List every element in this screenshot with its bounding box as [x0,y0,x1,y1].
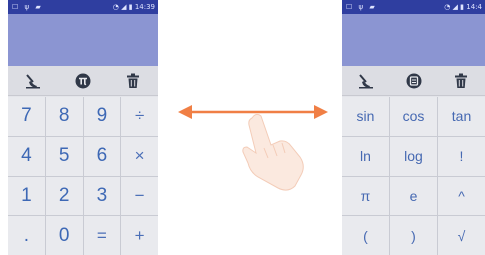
function-row [342,66,485,96]
number-toggle-button[interactable] [390,66,438,95]
status-notification-icons: ☐ ψ ▰ [346,3,377,11]
key-ln[interactable]: ln [342,136,389,176]
battery-icon: ▮ [460,3,465,11]
key-sqrt[interactable]: √ [438,216,485,255]
status-bar: ☐ ψ ▰ ◔ ◢ ▮ 14:4 [342,0,485,14]
clear-history-icon [358,73,373,88]
key-pi[interactable]: π [342,176,389,216]
status-system: ◔ ◢ ▮ 14:4 [444,0,482,14]
calculator-scientific-screen: ☐ ψ ▰ ◔ ◢ ▮ 14:4 sin cos tan ln log ! π … [342,0,485,255]
key-sin[interactable]: sin [342,97,389,136]
key-log[interactable]: log [390,136,437,176]
calculator-display[interactable] [342,14,485,66]
trash-icon [455,73,468,88]
key-cos[interactable]: cos [390,97,437,136]
key-close-paren[interactable]: ) [390,216,437,255]
swipe-hand-icon [242,113,304,191]
scientific-keypad: sin cos tan ln log ! π e ^ ( ) √ [342,97,485,255]
key-e[interactable]: e [390,176,437,216]
signal-icon: ◢ [452,3,458,11]
key-open-paren[interactable]: ( [342,216,389,255]
status-time: 14:4 [466,3,482,11]
wifi-icon: ◔ [444,3,451,11]
number-mode-icon [406,73,421,88]
clear-history-button[interactable] [342,66,390,95]
delete-button[interactable] [437,66,485,95]
key-factorial[interactable]: ! [438,136,485,176]
key-power[interactable]: ^ [438,176,485,216]
key-tan[interactable]: tan [438,97,485,136]
